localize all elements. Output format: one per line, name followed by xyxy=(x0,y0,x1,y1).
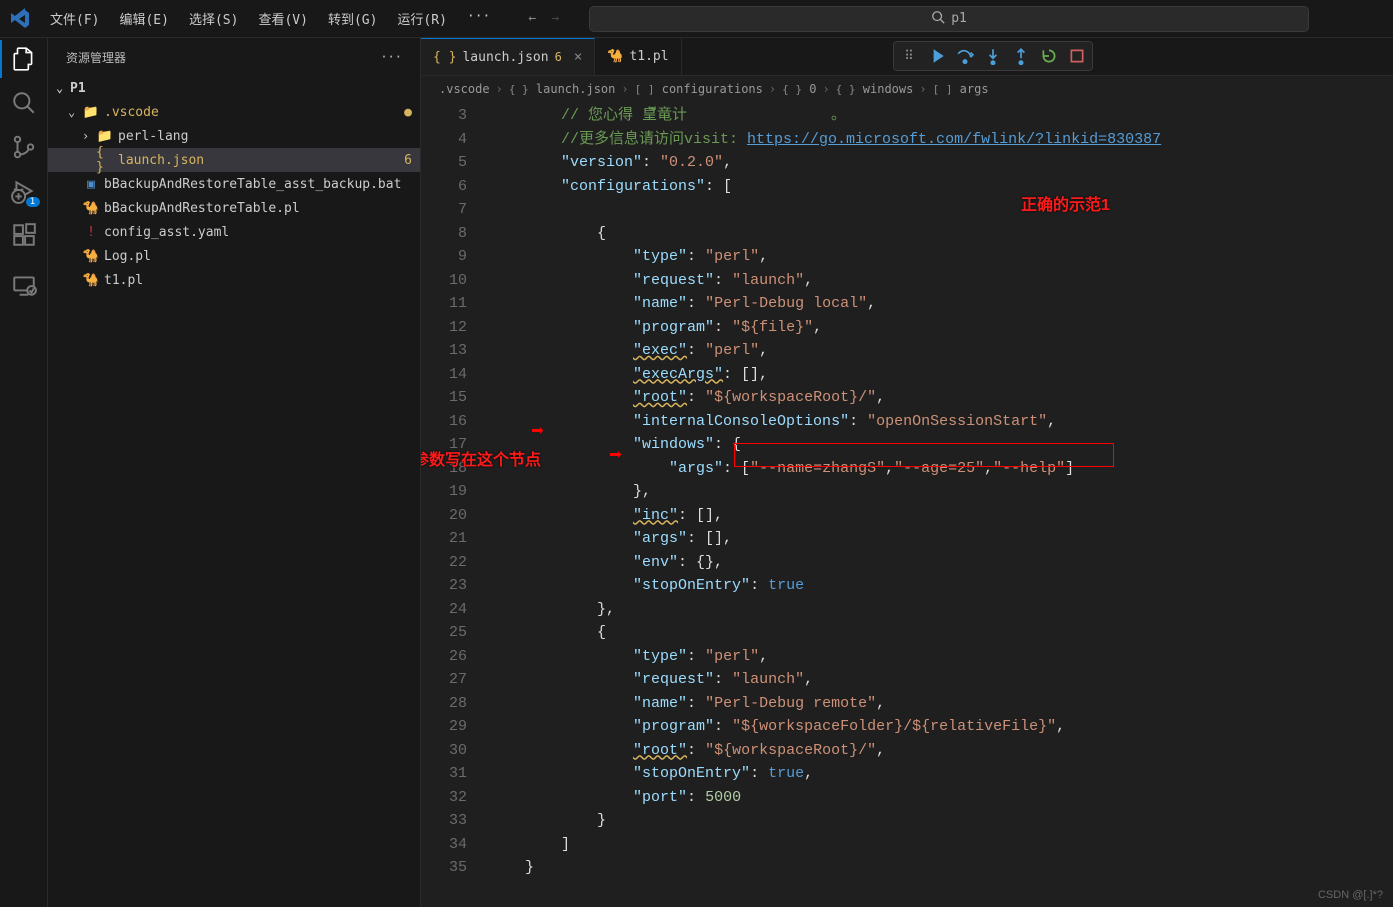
drag-handle-icon[interactable]: ⠿ xyxy=(900,47,918,65)
search-text: p1 xyxy=(951,11,967,26)
breadcrumb-sep: › xyxy=(919,82,926,96)
search-icon[interactable] xyxy=(11,90,37,116)
file-name: config_asst.yaml xyxy=(104,225,420,240)
menu-view[interactable]: 查看(V) xyxy=(250,5,315,32)
sidebar-header: 资源管理器 ··· xyxy=(48,38,420,76)
folder-icon: 📁 xyxy=(82,105,100,120)
breadcrumb-item[interactable]: [ ] configurations xyxy=(635,82,763,96)
breadcrumb-item[interactable]: .vscode xyxy=(439,82,490,96)
perl-icon: 🐪 xyxy=(82,249,100,264)
yaml-icon: ! xyxy=(82,225,100,240)
modified-dot: ● xyxy=(404,105,420,120)
menu-run[interactable]: 运行(R) xyxy=(389,5,454,32)
arrow-1-icon: ➡ xyxy=(531,421,544,445)
debug-toolbar[interactable]: ⠿ xyxy=(893,41,1093,71)
command-center[interactable]: p1 xyxy=(589,6,1309,32)
file-tree: ⌄ P1 ⌄📁.vscode●›📁perl-lang{ }launch.json… xyxy=(48,76,420,907)
perl-icon: 🐪 xyxy=(607,49,623,64)
menu-select[interactable]: 选择(S) xyxy=(181,5,246,32)
run-debug-icon[interactable]: 1 xyxy=(11,178,37,204)
line-gutter: 3456789101112131415161718192021222324252… xyxy=(421,102,489,907)
code-content[interactable]: // 您心得 皇ี竜计 。 //更多信息请访问visit: https://go… xyxy=(489,102,1393,907)
file-name: .vscode xyxy=(104,105,404,120)
tree-item[interactable]: ! config_asst.yaml xyxy=(48,220,420,244)
chevron-down-icon: ⌄ xyxy=(56,81,70,95)
breadcrumb-sep: › xyxy=(621,82,628,96)
nav-arrows: ← → xyxy=(528,11,559,26)
sidebar: 资源管理器 ··· ⌄ P1 ⌄📁.vscode●›📁perl-lang{ }l… xyxy=(48,38,421,907)
menu-goto[interactable]: 转到(G) xyxy=(320,5,385,32)
tab-label: t1.pl xyxy=(629,49,668,64)
editor-tab[interactable]: 🐪 t1.pl xyxy=(595,38,681,75)
highlight-box xyxy=(734,443,1114,467)
chevron-icon: › xyxy=(82,129,96,143)
chevron-icon: ⌄ xyxy=(68,105,82,119)
arrow-2-icon: ➡ xyxy=(609,445,622,469)
vscode-logo-icon xyxy=(8,7,32,31)
perl-icon: 🐪 xyxy=(82,273,100,288)
menu-bar: 文件(F) 编辑(E) 选择(S) 查看(V) 转到(G) 运行(R) ··· xyxy=(42,5,498,32)
tab-label: launch.json xyxy=(462,50,548,65)
nav-back-icon[interactable]: ← xyxy=(528,11,536,26)
code-editor[interactable]: 3456789101112131415161718192021222324252… xyxy=(421,102,1393,907)
explorer-icon[interactable] xyxy=(11,46,37,72)
breadcrumb-item[interactable]: [ ] args xyxy=(933,82,989,96)
modified-count: 6 xyxy=(404,153,420,168)
json-icon: { } xyxy=(96,145,114,175)
file-name: Log.pl xyxy=(104,249,420,264)
breadcrumb-item[interactable]: { } launch.json xyxy=(509,82,616,96)
tree-item[interactable]: { } launch.json6 xyxy=(48,148,420,172)
step-over-icon[interactable] xyxy=(956,47,974,65)
breadcrumb-item[interactable]: { } 0 xyxy=(782,82,816,96)
json-icon: { } xyxy=(433,50,456,65)
folder-icon: 📁 xyxy=(96,129,114,144)
source-control-icon[interactable] xyxy=(11,134,37,160)
annotation-correct-example: 正确的示范1 xyxy=(1021,194,1110,218)
tree-item[interactable]: ⌄📁 .vscode● xyxy=(48,100,420,124)
watermark: CSDN @[.]*? xyxy=(1318,889,1383,901)
sidebar-title: 资源管理器 xyxy=(66,49,126,66)
file-name: perl-lang xyxy=(118,129,420,144)
debug-badge: 1 xyxy=(26,197,40,207)
step-into-icon[interactable] xyxy=(984,47,1002,65)
tree-item[interactable]: 🐪 t1.pl xyxy=(48,268,420,292)
extensions-icon[interactable] xyxy=(11,222,37,248)
breadcrumb-sep: › xyxy=(769,82,776,96)
folder-root[interactable]: ⌄ P1 xyxy=(48,76,420,100)
sidebar-more-icon[interactable]: ··· xyxy=(380,50,402,64)
activity-bar: 1 xyxy=(0,38,48,907)
restart-icon[interactable] xyxy=(1040,47,1058,65)
breadcrumb-sep: › xyxy=(496,82,503,96)
editor-tab[interactable]: { } launch.json 6 × xyxy=(421,38,595,75)
breadcrumb[interactable]: .vscode › { } launch.json › [ ] configuratio… xyxy=(421,76,1393,102)
editor-area: { } launch.json 6 × 🐪 t1.pl ⠿ .vscode › { } lau… xyxy=(421,38,1393,907)
continue-icon[interactable] xyxy=(928,47,946,65)
stop-icon[interactable] xyxy=(1068,47,1086,65)
bat-icon: ▣ xyxy=(82,177,100,192)
nav-forward-icon[interactable]: → xyxy=(551,11,559,26)
breadcrumb-item[interactable]: { } windows xyxy=(836,82,914,96)
breadcrumb-sep: › xyxy=(822,82,829,96)
file-name: t1.pl xyxy=(104,273,420,288)
title-bar: 文件(F) 编辑(E) 选择(S) 查看(V) 转到(G) 运行(R) ··· … xyxy=(0,0,1393,38)
menu-more[interactable]: ··· xyxy=(459,5,498,32)
file-name: bBackupAndRestoreTable.pl xyxy=(104,201,420,216)
file-name: launch.json xyxy=(118,153,404,168)
remote-icon[interactable] xyxy=(11,272,37,298)
step-out-icon[interactable] xyxy=(1012,47,1030,65)
search-icon xyxy=(931,10,945,28)
annotation-args-note: 调用时的参数写在这个节点 xyxy=(421,449,541,473)
tree-item[interactable]: ▣ bBackupAndRestoreTable_asst_backup.bat xyxy=(48,172,420,196)
tree-item[interactable]: 🐪 Log.pl xyxy=(48,244,420,268)
menu-edit[interactable]: 编辑(E) xyxy=(111,5,176,32)
close-icon[interactable]: × xyxy=(574,49,582,65)
tab-mod-count: 6 xyxy=(555,50,562,64)
file-name: bBackupAndRestoreTable_asst_backup.bat xyxy=(104,177,420,192)
tree-item[interactable]: 🐪 bBackupAndRestoreTable.pl xyxy=(48,196,420,220)
perl-icon: 🐪 xyxy=(82,201,100,216)
menu-file[interactable]: 文件(F) xyxy=(42,5,107,32)
